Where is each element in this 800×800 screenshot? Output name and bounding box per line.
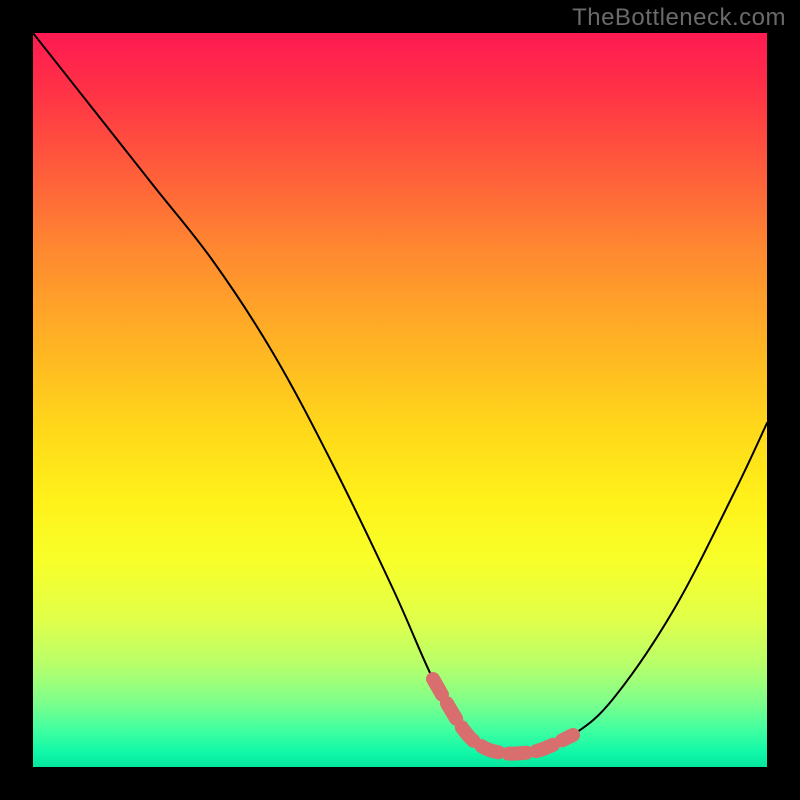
highlight-path [433,679,573,754]
chart-frame: TheBottleneck.com [0,0,800,800]
watermark-text: TheBottleneck.com [572,4,786,32]
chart-svg [33,33,767,767]
curve-path [33,33,767,754]
plot-area [33,33,767,767]
